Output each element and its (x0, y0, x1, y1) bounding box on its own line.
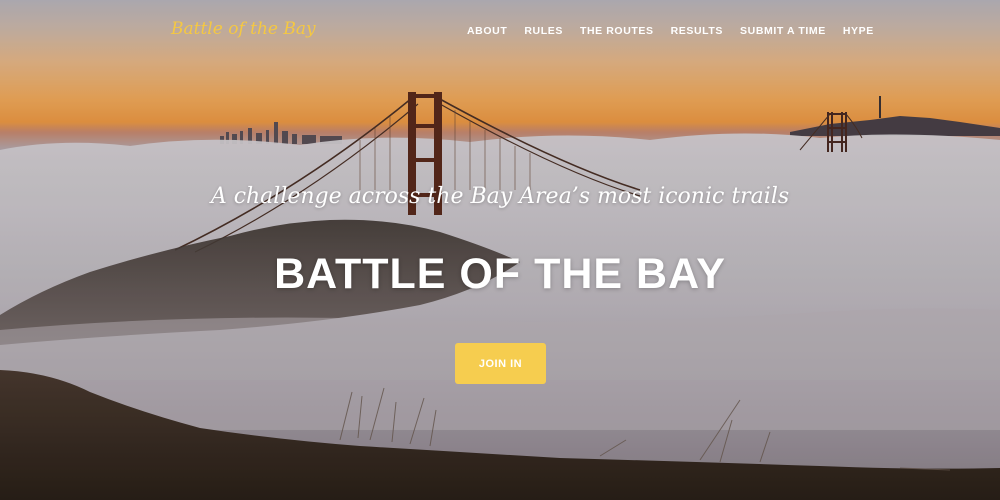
hero-headline: BATTLE OF THE BAY (274, 250, 726, 298)
nav-link-hype[interactable]: HYPE (843, 25, 874, 37)
hero-section: Battle of the Bay ABOUT RULES THE ROUTES… (0, 0, 1000, 500)
nav-menu: ABOUT RULES THE ROUTES RESULTS SUBMIT A … (467, 25, 874, 37)
join-in-button[interactable]: JOIN IN (455, 343, 546, 384)
nav-link-submit-a-time[interactable]: SUBMIT A TIME (740, 25, 826, 37)
nav-link-about[interactable]: ABOUT (467, 25, 507, 37)
nav-link-rules[interactable]: RULES (524, 25, 563, 37)
hero-tagline: A challenge across the Bay Area’s most i… (210, 184, 790, 209)
top-navbar: Battle of the Bay ABOUT RULES THE ROUTES… (0, 0, 1000, 60)
brand-logo-link[interactable]: Battle of the Bay (171, 19, 316, 39)
nav-link-the-routes[interactable]: THE ROUTES (580, 25, 654, 37)
nav-link-results[interactable]: RESULTS (671, 25, 723, 37)
